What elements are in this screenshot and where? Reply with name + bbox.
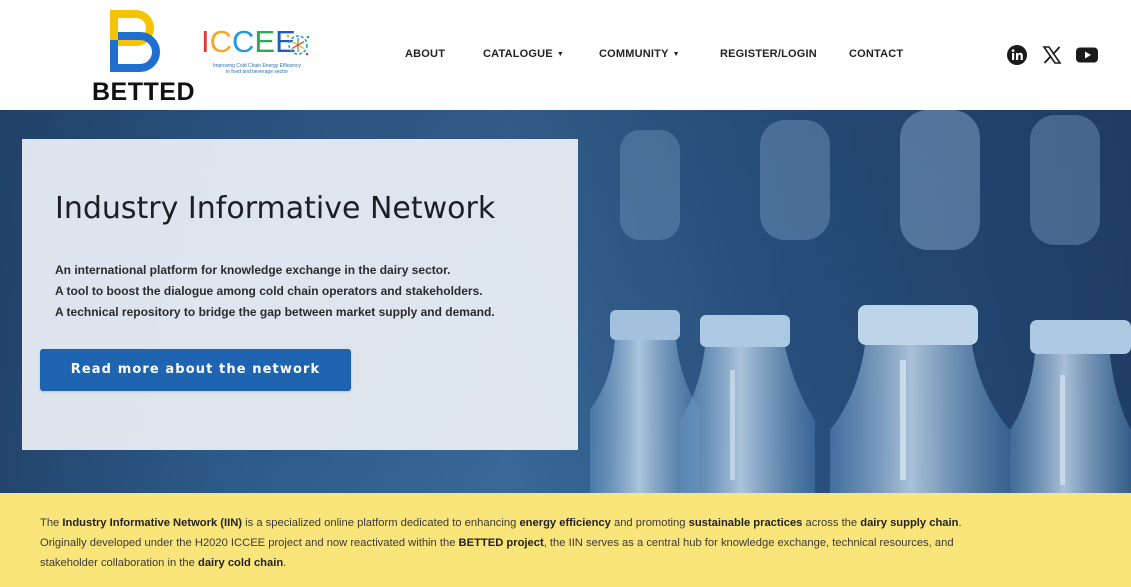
hero-banner: Industry Informative Network An internat… [0, 110, 1131, 493]
nav-item-label: CATALOGUE [483, 48, 553, 60]
intro-paragraph: The Industry Informative Network (IIN) i… [40, 513, 1131, 573]
iccee-tagline: Improving Cold Chain Energy Efficiency i… [199, 63, 315, 75]
iccee-logo[interactable]: ICCEE Improving Cold Chain Energy Effici… [199, 24, 319, 96]
intro-text-run: Originally developed under the H2020 ICC… [40, 537, 459, 549]
hero-description: An international platform for knowledge … [55, 260, 495, 323]
iccee-letter: C [209, 24, 233, 59]
hero-card: Industry Informative Network An internat… [22, 139, 578, 450]
intro-text-run: stakeholder collaboration in the [40, 557, 198, 569]
hero-title: Industry Informative Network [55, 191, 496, 226]
intro-emphasis: Industry Informative Network (IIN) [62, 517, 243, 529]
nav-item-contact[interactable]: CONTACT [849, 48, 903, 60]
intro-text-run: . [958, 517, 962, 529]
site-header: BETTED ICCEE Improving Cold Chain Energy… [0, 0, 1131, 110]
iccee-letter: E [254, 24, 276, 59]
nav-item-label: COMMUNITY [599, 48, 669, 60]
hero-line: A tool to boost the dialogue among cold … [55, 284, 483, 298]
iccee-letter: C [232, 24, 255, 59]
read-more-button[interactable]: Read more about the network [40, 349, 351, 391]
intro-text-run: is a specialized online platform dedicat… [242, 517, 520, 529]
hero-line: A technical repository to bridge the gap… [55, 305, 495, 319]
intro-line: The Industry Informative Network (IIN) i… [40, 513, 1131, 533]
betted-logo[interactable]: BETTED [92, 10, 195, 106]
nav-item-label: REGISTER/LOGIN [720, 48, 817, 60]
intro-text-run: . [283, 557, 287, 569]
iccee-logo-word: ICCEE [201, 26, 296, 57]
intro-line: stakeholder collaboration in the dairy c… [40, 553, 1131, 573]
intro-emphasis: BETTED project [458, 537, 544, 549]
nav-item-catalogue[interactable]: CATALOGUE ▼ [483, 48, 564, 60]
iccee-tagline-line: in food and beverage sector [226, 69, 288, 75]
intro-text-run: and promoting [610, 517, 689, 529]
intro-emphasis: dairy supply chain [860, 517, 959, 529]
intro-text-run: across the [802, 517, 861, 529]
linkedin-icon[interactable] [1007, 45, 1027, 70]
intro-emphasis: dairy cold chain [197, 557, 284, 569]
x-icon[interactable] [1042, 45, 1062, 70]
chevron-down-icon: ▼ [556, 51, 564, 58]
betted-logo-text: BETTED [92, 78, 195, 106]
intro-text-run: , the IIN serves as a central hub for kn… [543, 537, 954, 549]
nav-item-community[interactable]: COMMUNITY ▼ [599, 48, 680, 60]
betted-b-logo-icon [110, 10, 160, 72]
youtube-icon[interactable] [1076, 45, 1098, 70]
nav-item-label: ABOUT [405, 48, 446, 60]
snowflake-gear-icon [286, 34, 310, 56]
intro-section: The Industry Informative Network (IIN) i… [0, 493, 1131, 587]
nav-item-about[interactable]: ABOUT [405, 48, 445, 60]
iccee-letter: I [201, 24, 210, 59]
chevron-down-icon: ▼ [672, 51, 680, 58]
intro-emphasis: sustainable practices [688, 517, 803, 529]
hero-line: An international platform for knowledge … [55, 263, 451, 277]
nav-item-register-login[interactable]: REGISTER/LOGIN [720, 48, 817, 60]
intro-line: Originally developed under the H2020 ICC… [40, 533, 1131, 553]
intro-emphasis: energy efficiency [519, 517, 611, 529]
intro-text-run: The [40, 517, 63, 529]
nav-item-label: CONTACT [849, 48, 904, 60]
